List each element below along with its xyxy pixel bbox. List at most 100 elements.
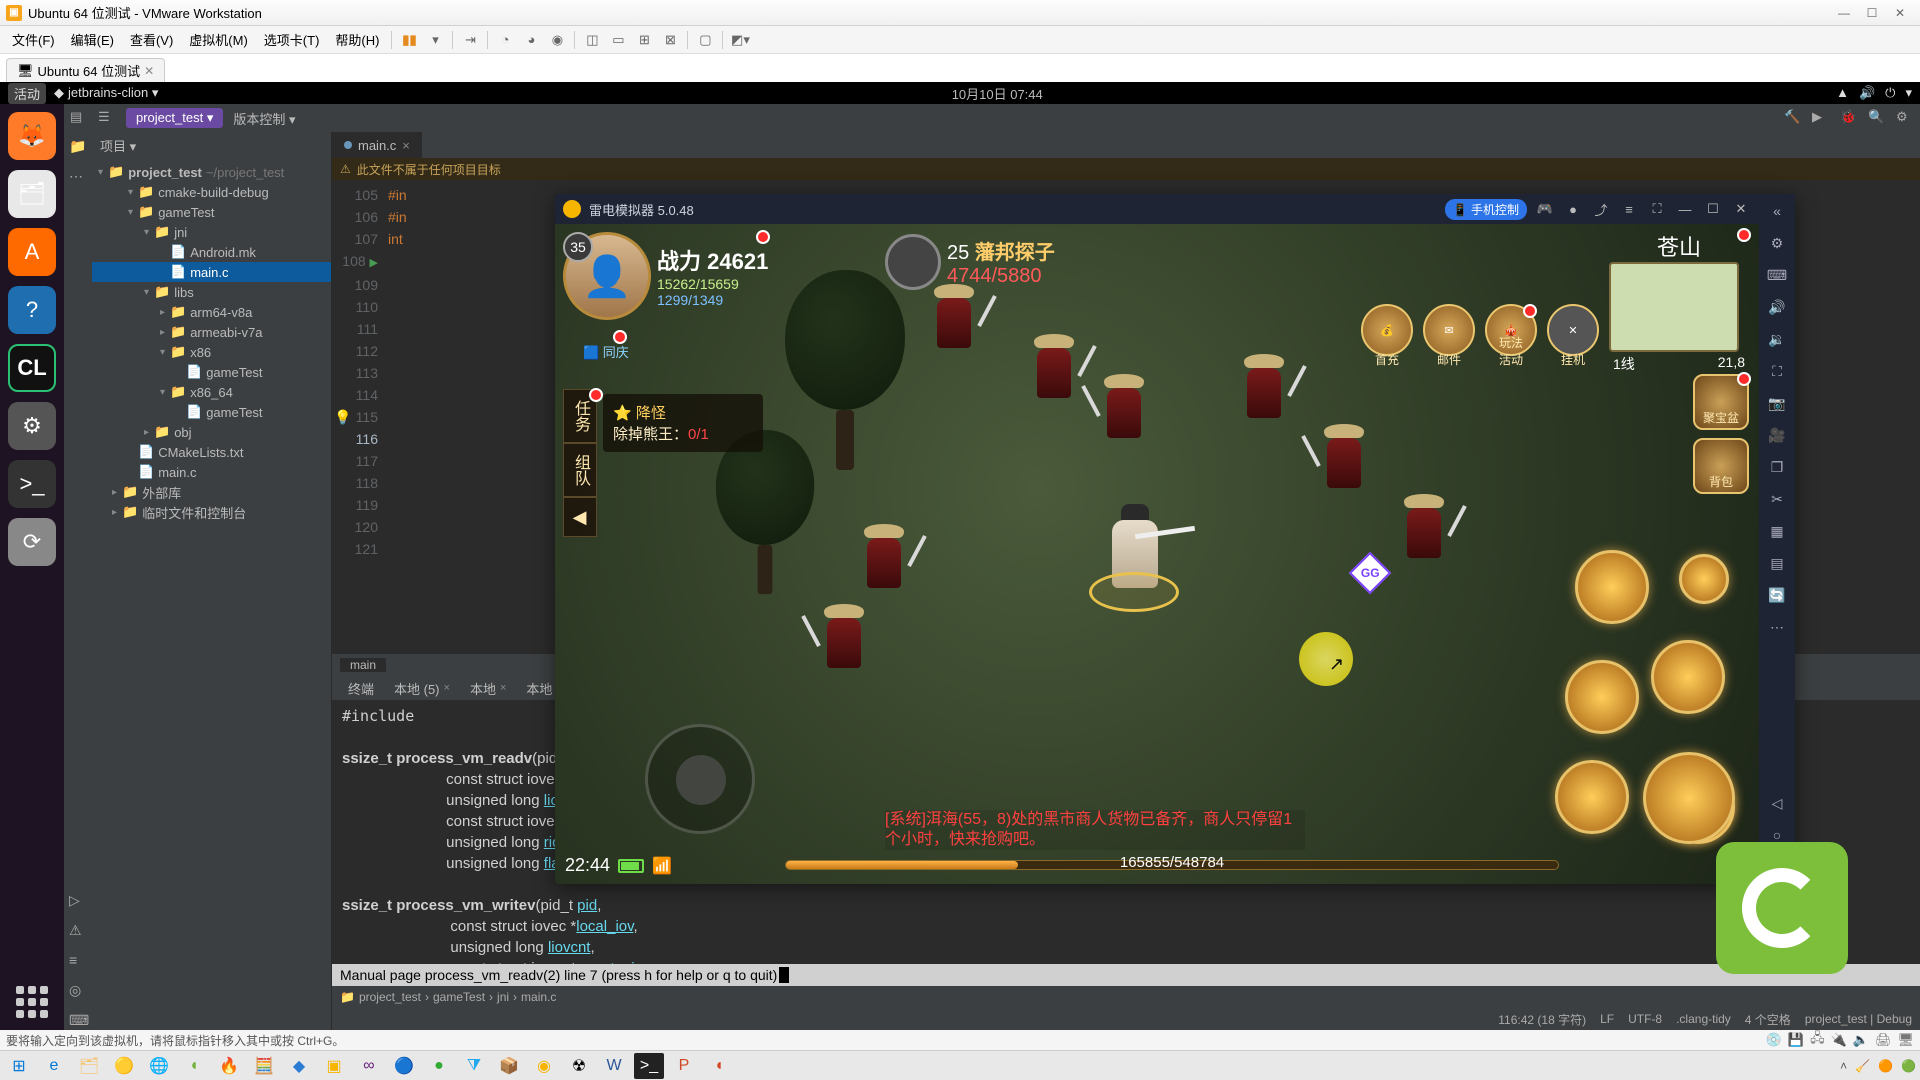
tray-360-icon[interactable]: 🟢 [1901, 1059, 1916, 1073]
crumb-3[interactable]: main.c [521, 990, 556, 1004]
menu-edit[interactable]: 编辑(E) [63, 26, 122, 53]
left-tool-problems-icon[interactable]: ⚠ [69, 922, 87, 940]
dock-updater[interactable]: ⟳ [8, 518, 56, 566]
start-button[interactable]: ⊞ [4, 1053, 34, 1079]
skill-4-button[interactable] [1575, 550, 1649, 624]
crumb-2[interactable]: jni [497, 990, 509, 1004]
tree-file[interactable]: 📄main.c [92, 462, 331, 482]
status-indent[interactable]: 4 个空格 [1745, 1011, 1791, 1028]
left-tool-structure-icon[interactable]: ⋯ [69, 168, 87, 186]
vm-device-hdd-icon[interactable]: 💾 [1788, 1032, 1804, 1048]
player-character[interactable] [1095, 504, 1175, 604]
tb-explorer[interactable]: 🗂 [74, 1053, 104, 1079]
enemy-npc[interactable] [1095, 374, 1153, 446]
vmware-maximize-button[interactable]: ☐ [1858, 3, 1886, 23]
vm-pause-icon[interactable]: ▮▮ [399, 30, 419, 50]
vm-device-cd-icon[interactable]: 💿 [1766, 1032, 1782, 1048]
side-apk-icon[interactable]: ▤ [1766, 552, 1788, 574]
dock-terminal[interactable]: >_ [8, 460, 56, 508]
player-portrait[interactable]: 👤 35 [563, 232, 651, 320]
tb-cmd[interactable]: >_ [634, 1053, 664, 1079]
vm-device-display-icon[interactable]: 🖥 [1897, 1032, 1914, 1048]
tray-expand-icon[interactable]: ˄ [1840, 1059, 1847, 1073]
tree-folder[interactable]: ▾📁gameTest [92, 202, 331, 222]
hud-target-panel[interactable]: 25 藩邦探子 4744/5880 [885, 234, 1055, 290]
vm-send-icon[interactable]: ⇥ [460, 30, 480, 50]
terminal-tab[interactable]: 本地 × [462, 677, 514, 700]
enemy-npc[interactable] [925, 284, 983, 356]
clion-debug-icon[interactable]: 🐞 [1840, 109, 1858, 127]
side-settings-icon[interactable]: ⚙ [1766, 232, 1788, 254]
tb-app-yellow2[interactable]: ◉ [529, 1053, 559, 1079]
tree-folder[interactable]: ▾📁jni [92, 222, 331, 242]
emulator-minimize-icon[interactable]: — [1675, 202, 1695, 217]
vm-manage-icon[interactable]: ◉ [547, 30, 567, 50]
minimap-line[interactable]: 1线 [1613, 354, 1635, 374]
tree-folder[interactable]: ▾📁x86 [92, 342, 331, 362]
system-tray[interactable]: ˄ 🧹 🟠 🟢 [1840, 1059, 1916, 1073]
hud-ally-icon[interactable]: 🟦 同庆 [583, 342, 629, 361]
android-back-icon[interactable]: ◁ [1766, 792, 1788, 814]
clion-search-icon[interactable]: 🔍 [1868, 109, 1886, 127]
dock-show-apps[interactable] [16, 986, 48, 1018]
vm-layout4-icon[interactable]: ⊠ [660, 30, 680, 50]
tb-camtasia2[interactable]: ◖ [704, 1053, 734, 1079]
vmware-close-button[interactable]: ✕ [1886, 3, 1914, 23]
secondary-tab-main[interactable]: main [340, 658, 386, 672]
emulator-title-bar[interactable]: 雷电模拟器 5.0.48 📱 手机控制 🎮 ● ⤴ ≡ ⛶ — ☐ ✕ [555, 194, 1759, 224]
clion-vcs-selector[interactable]: 版本控制 ▾ [233, 109, 295, 128]
tree-folder[interactable]: ▾📁libs [92, 282, 331, 302]
tb-app-yellow[interactable]: ▣ [319, 1053, 349, 1079]
tb-vs[interactable]: ∞ [354, 1053, 384, 1079]
enemy-npc[interactable] [1025, 334, 1083, 406]
left-tool-project-icon[interactable]: 📁 [69, 138, 87, 156]
virtual-joystick[interactable] [645, 724, 755, 834]
skill-1-button[interactable] [1555, 760, 1629, 834]
ubuntu-clock[interactable]: 10月10日 07:44 [158, 84, 1836, 103]
side-operation-icon[interactable]: 🎥 [1766, 424, 1788, 446]
tree-file[interactable]: 📄main.c [92, 262, 331, 282]
gameguardian-icon[interactable]: GG [1349, 552, 1391, 594]
tb-360[interactable]: ● [424, 1053, 454, 1079]
vm-fullscreen-icon[interactable]: ▢ [695, 30, 715, 50]
emulator-close-icon[interactable]: ✕ [1731, 201, 1751, 217]
vm-layout3-icon[interactable]: ⊞ [634, 30, 654, 50]
clion-project-header[interactable]: 项目 ▾ [92, 132, 331, 158]
system-menu-icon[interactable]: ▾ [1905, 85, 1912, 101]
menu-tabs[interactable]: 选项卡(T) [256, 26, 328, 53]
tb-vmware[interactable]: ◆ [284, 1053, 314, 1079]
emulator-phone-control-button[interactable]: 📱 手机控制 [1445, 199, 1527, 220]
side-collapse-icon[interactable]: « [1766, 200, 1788, 222]
ubuntu-app-indicator[interactable]: ◆ jetbrains-clion ▾ [54, 85, 158, 101]
vm-layout1-icon[interactable]: ◫ [582, 30, 602, 50]
emulator-fullscreen-icon[interactable]: ⛶ [1647, 201, 1667, 217]
clion-build-icon[interactable]: 🔨 [1784, 109, 1802, 127]
tree-folder[interactable]: ▸📁外部库 [92, 482, 331, 502]
tb-camtasia[interactable]: ◖ [179, 1053, 209, 1079]
tb-vscode[interactable]: ⧩ [459, 1053, 489, 1079]
side-volume-down-icon[interactable]: 🔉 [1766, 328, 1788, 350]
dock-clion[interactable]: CL [8, 344, 56, 392]
side-location-icon[interactable]: ▦ [1766, 520, 1788, 542]
emulator-gamepad-icon[interactable]: 🎮 [1535, 201, 1555, 217]
tray-clearmem-icon[interactable]: 🧹 [1855, 1059, 1870, 1073]
tree-folder[interactable]: ▸📁armeabi-v7a [92, 322, 331, 342]
clion-project-tree[interactable]: ▾📁project_test~/project_test▾📁cmake-buil… [92, 158, 331, 1030]
hud-minimap[interactable]: 苍山 1线 21,8 [1609, 230, 1749, 376]
network-icon[interactable]: ▲ [1836, 85, 1849, 101]
skill-attack-button[interactable] [1643, 752, 1735, 844]
minimap-image[interactable] [1609, 262, 1739, 352]
left-tool-terminal-icon[interactable]: ⌨ [69, 1012, 87, 1030]
clion-tool-project-icon[interactable]: ▤ [70, 109, 88, 127]
side-more-icon[interactable]: ⋯ [1766, 616, 1788, 638]
hud-tab-collapse[interactable]: ◀ [563, 497, 597, 537]
tree-folder[interactable]: ▸📁临时文件和控制台 [92, 502, 331, 522]
vm-device-sound-icon[interactable]: 🔈 [1853, 1032, 1869, 1048]
side-screenshot-icon[interactable]: 📷 [1766, 392, 1788, 414]
status-lint[interactable]: .clang-tidy [1676, 1012, 1731, 1026]
rowbtn-activities[interactable]: 🎪玩法 活动 [1485, 304, 1537, 356]
vm-snapshot-icon[interactable]: ◔ [495, 30, 515, 50]
clion-run-icon[interactable]: ▶ [1812, 109, 1830, 127]
tb-app-radiation[interactable]: ☢ [564, 1053, 594, 1079]
skill-3-button[interactable] [1651, 640, 1725, 714]
